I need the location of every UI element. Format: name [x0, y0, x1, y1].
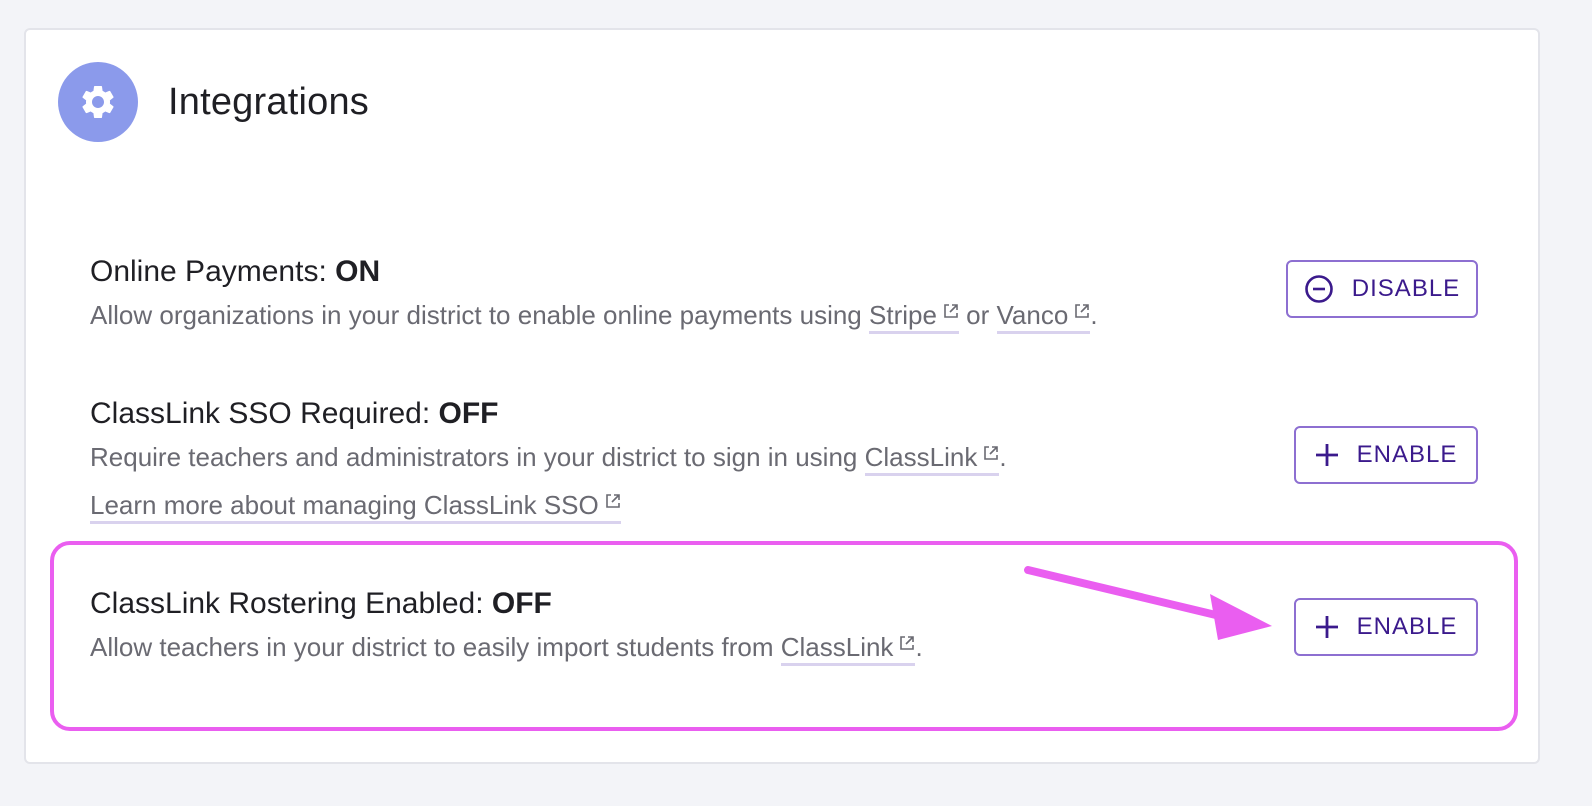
disable-button-label: DISABLE [1351, 275, 1461, 302]
highlight-box [50, 541, 1518, 731]
desc-period: . [999, 442, 1007, 472]
classlink-sso-label: ClassLink SSO Required: [90, 397, 431, 430]
arrow-annotation-icon [1024, 566, 1272, 640]
classlink-sso-title: ClassLink SSO Required: OFF [90, 396, 1474, 432]
online-payments-label: Online Payments: [90, 255, 327, 288]
online-payments-desc-text: Allow organizations in your district to … [90, 300, 862, 330]
classlink-sso-state: OFF [438, 397, 499, 430]
enable-button-label: ENABLE [1356, 441, 1458, 468]
classlink-sso-description: Require teachers and administrators in y… [90, 440, 1474, 476]
vanco-link[interactable]: Vanco [996, 300, 1091, 334]
classlink-link[interactable]: ClassLink [864, 442, 1000, 476]
external-link-icon [944, 304, 958, 318]
gear-icon-badge [58, 62, 138, 142]
online-payments-state: ON [335, 255, 381, 288]
gear-icon [82, 85, 114, 118]
learn-more-container: Learn more about managing ClassLink SSO [90, 488, 1474, 524]
disable-online-payments-button[interactable]: DISABLE [1286, 260, 1478, 318]
stripe-link[interactable]: Stripe [869, 300, 959, 334]
online-payments-title: Online Payments: ON [90, 254, 1474, 290]
page-title: Integrations [168, 80, 369, 123]
minus-circle-icon [1304, 274, 1334, 304]
card-header: Integrations [58, 62, 369, 142]
online-payments-description: Allow organizations in your district to … [90, 298, 1474, 334]
desc-period: . [1090, 300, 1098, 330]
classlink-sso-row: ClassLink SSO Required: OFF Require teac… [90, 396, 1474, 524]
external-link-icon [984, 446, 999, 460]
learn-more-classlink-sso-link[interactable]: Learn more about managing ClassLink SSO [90, 490, 621, 524]
or-text: or [966, 300, 990, 330]
enable-classlink-sso-button[interactable]: ENABLE [1294, 426, 1478, 484]
classlink-sso-desc-text: Require teachers and administrators in y… [90, 442, 858, 472]
online-payments-row: Online Payments: ON Allow organizations … [90, 254, 1474, 334]
plus-icon [1315, 443, 1339, 467]
external-link-icon [605, 494, 620, 508]
external-link-icon [1075, 304, 1090, 318]
